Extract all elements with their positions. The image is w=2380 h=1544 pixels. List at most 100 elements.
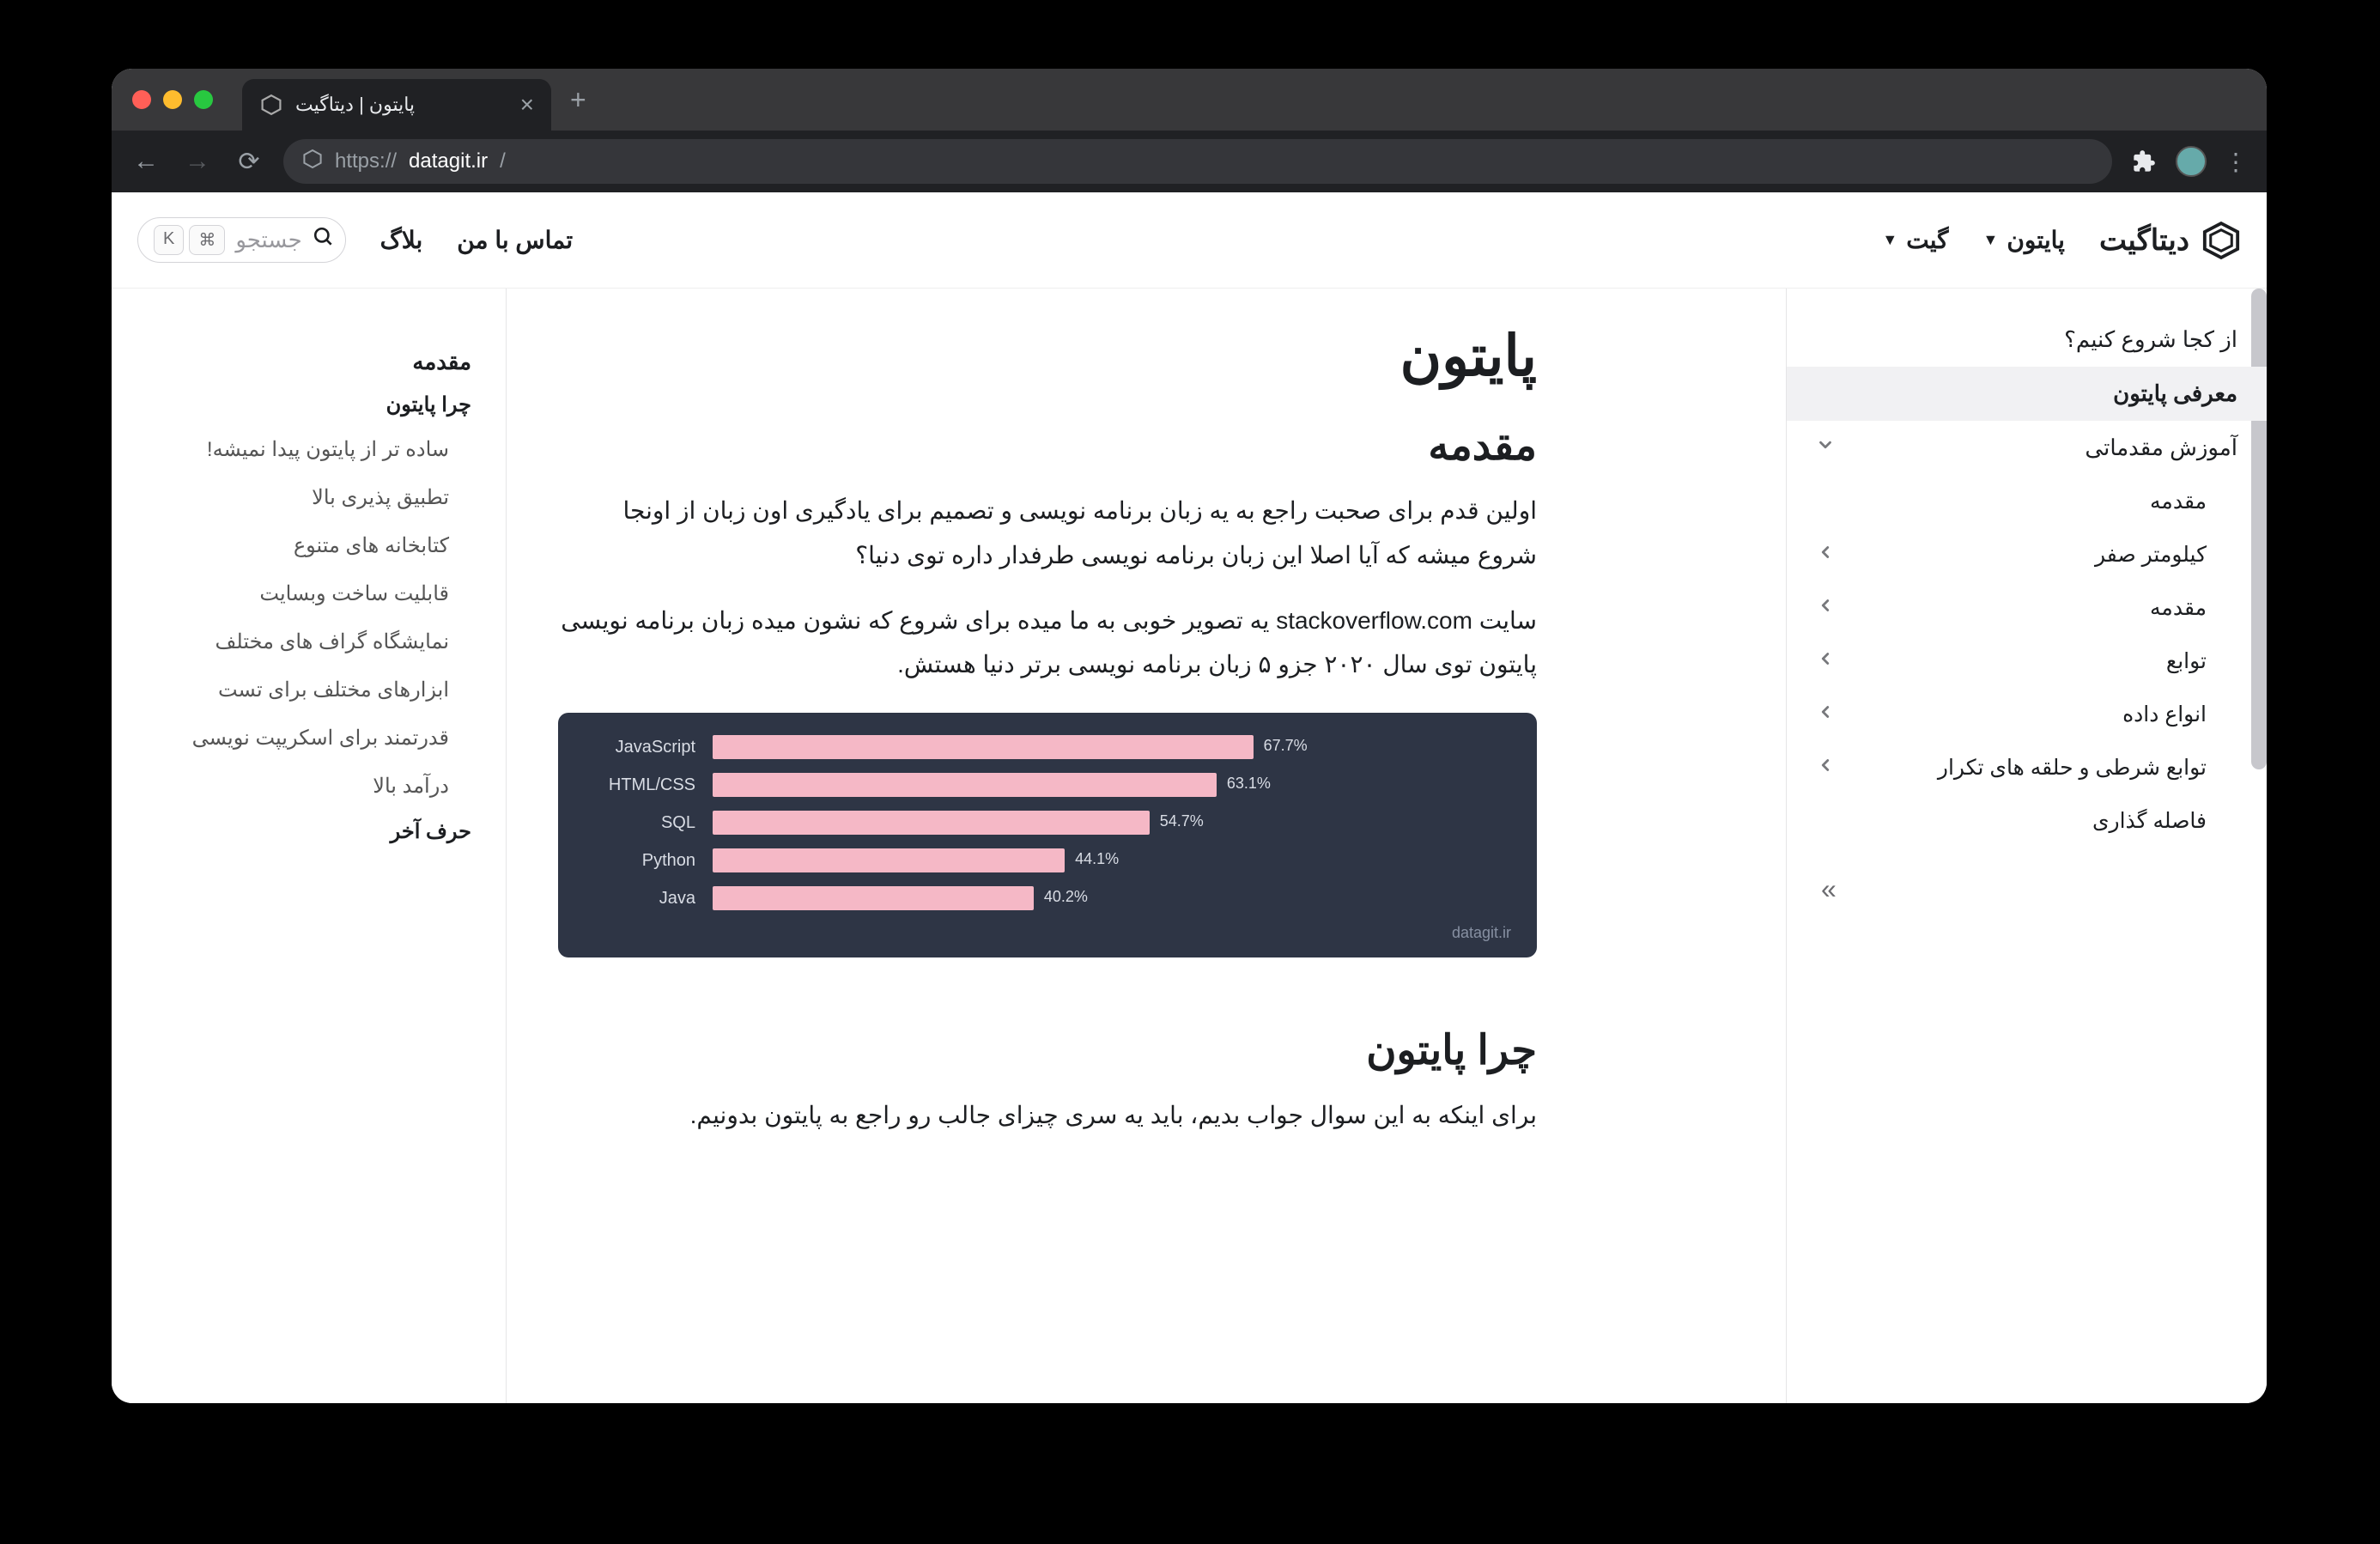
doc-sidebar: از کجا شروع کنیم؟ معرفی پایتون آموزش مقدما… xyxy=(1786,289,2267,1403)
chart-bar-track: 67.7% xyxy=(713,735,1511,759)
chart-value-label: 44.1% xyxy=(1075,850,1119,868)
sidebar-item-label: آموزش مقدماتی xyxy=(2085,435,2237,461)
chart-watermark: datagit.ir xyxy=(584,924,1511,942)
site-info-icon[interactable] xyxy=(302,149,323,174)
nav-python-label: پایتون xyxy=(2007,226,2065,254)
search-placeholder: جستجو xyxy=(235,227,301,253)
content-row: از کجا شروع کنیم؟ معرفی پایتون آموزش مقدما… xyxy=(112,289,2267,1403)
tab-close-button[interactable]: × xyxy=(520,91,534,119)
sidebar-item-2[interactable]: آموزش مقدماتی xyxy=(1787,421,2267,475)
chart-bar-track: 44.1% xyxy=(713,848,1511,872)
toc-item-7[interactable]: ابزارهای مختلف برای تست xyxy=(146,666,471,714)
nav-python[interactable]: پایتون ▼ xyxy=(1983,226,2065,254)
search-icon xyxy=(313,226,335,255)
nav-blog[interactable]: بلاگ xyxy=(380,226,423,254)
search-box[interactable]: جستجو ⌘ K xyxy=(137,217,346,263)
url-toolbar: ← → ⟳ https://datagit.ir/ ⋮ xyxy=(112,131,2267,192)
toc-item-8[interactable]: قدرتمند برای اسکریپت نویسی xyxy=(146,714,471,763)
url-scheme: https:// xyxy=(335,149,397,173)
chart-bar xyxy=(713,886,1034,910)
chart-row-0: JavaScript67.7% xyxy=(584,735,1511,759)
nav-contact[interactable]: تماس با من xyxy=(457,226,573,254)
site-header: دیتاگیت پایتون ▼ گیت ▼ تماس با من بلاگ xyxy=(112,192,2267,289)
sidebar-item-7[interactable]: انواع داده xyxy=(1787,688,2267,741)
intro-paragraph-1: اولین قدم برای صحبت راجع به یه زبان برنا… xyxy=(558,489,1537,578)
sidebar-item-5[interactable]: مقدمه xyxy=(1787,581,2267,635)
chevron-down-icon xyxy=(1816,435,1835,460)
toc-item-6[interactable]: نمایشگاه گراف های مختلف xyxy=(146,618,471,666)
sidebar-item-1[interactable]: معرفی پایتون xyxy=(1787,367,2267,421)
search-shortcut: ⌘ K xyxy=(154,225,225,255)
browser-menu-button[interactable]: ⋮ xyxy=(2224,148,2249,176)
toc-item-4[interactable]: کتابخانه های متنوع xyxy=(146,522,471,570)
address-bar[interactable]: https://datagit.ir/ xyxy=(283,139,2112,184)
sidebar-item-label: مقدمه xyxy=(2150,595,2207,621)
chart-value-label: 40.2% xyxy=(1044,888,1088,906)
new-tab-button[interactable]: + xyxy=(570,84,586,116)
sidebar-item-label: انواع داده xyxy=(2122,702,2207,727)
sidebar-collapse-button[interactable]: » xyxy=(1787,848,2267,931)
chart-value-label: 67.7% xyxy=(1264,737,1308,755)
window-controls xyxy=(132,90,213,109)
sidebar-item-label: کیلومتر صفر xyxy=(2095,542,2207,568)
page-viewport: دیتاگیت پایتون ▼ گیت ▼ تماس با من بلاگ xyxy=(112,192,2267,1403)
section-why-heading: چرا پایتون xyxy=(558,1026,1537,1074)
toc-item-2[interactable]: ساده تر از پایتون پیدا نمیشه! xyxy=(146,426,471,474)
chart-value-label: 54.7% xyxy=(1160,812,1204,830)
chart-value-label: 63.1% xyxy=(1227,775,1271,793)
extensions-icon[interactable] xyxy=(2129,147,2158,176)
brand-logo-icon xyxy=(2201,221,2241,260)
toc-item-10[interactable]: حرف آخر xyxy=(146,811,471,853)
nav-git[interactable]: گیت ▼ xyxy=(1882,226,1948,254)
sidebar-item-4[interactable]: کیلومتر صفر xyxy=(1787,528,2267,581)
toc-item-3[interactable]: تطبیق پذیری بالا xyxy=(146,474,471,522)
sidebar-item-label: توابع xyxy=(2166,648,2207,674)
intro-paragraph-2: سایت stackoverflow.com یه تصویر خوبی به … xyxy=(558,599,1537,688)
chart-bar xyxy=(713,848,1065,872)
chevron-left-icon xyxy=(1816,702,1835,727)
toc-item-1[interactable]: چرا پایتون xyxy=(146,384,471,426)
back-button[interactable]: ← xyxy=(129,147,163,176)
chart-series-label: Python xyxy=(584,851,695,871)
titlebar: پایتون | دیتاگیت × + xyxy=(112,69,2267,131)
table-of-contents: مقدمهچرا پایتونساده تر از پایتون پیدا نم… xyxy=(112,289,507,1403)
chart-bar-track: 63.1% xyxy=(713,773,1511,797)
browser-tab[interactable]: پایتون | دیتاگیت × xyxy=(242,79,551,131)
close-window-button[interactable] xyxy=(132,90,151,109)
chevron-left-icon xyxy=(1816,649,1835,674)
sidebar-item-9[interactable]: فاصله گذاری xyxy=(1787,794,2267,848)
url-domain: datagit.ir xyxy=(409,149,488,173)
nav-contact-label: تماس با من xyxy=(457,226,573,254)
nav-blog-label: بلاگ xyxy=(380,226,423,254)
toc-item-9[interactable]: درآمد بالا xyxy=(146,763,471,811)
tab-title: پایتون | دیتاگیت xyxy=(295,94,415,116)
chart-row-3: Python 44.1% xyxy=(584,848,1511,872)
chevron-left-icon xyxy=(1816,543,1835,568)
maximize-window-button[interactable] xyxy=(194,90,213,109)
profile-avatar[interactable] xyxy=(2176,146,2207,177)
toc-item-5[interactable]: قابلیت ساخت وبسایت xyxy=(146,570,471,618)
minimize-window-button[interactable] xyxy=(163,90,182,109)
brand[interactable]: دیتاگیت xyxy=(2099,221,2241,260)
sidebar-item-0[interactable]: از کجا شروع کنیم؟ xyxy=(1787,313,2267,367)
caret-down-icon: ▼ xyxy=(1983,231,1999,249)
sidebar-item-label: معرفی پایتون xyxy=(2113,380,2237,407)
sidebar-item-3[interactable]: مقدمه xyxy=(1787,475,2267,528)
kbd-k: K xyxy=(154,225,184,255)
reload-button[interactable]: ⟳ xyxy=(232,147,266,177)
chart-bar xyxy=(713,735,1254,759)
tab-favicon xyxy=(259,93,283,117)
chart-row-2: SQL54.7% xyxy=(584,811,1511,835)
sidebar-item-8[interactable]: توابع شرطی و حلقه های تکرار xyxy=(1787,741,2267,794)
chart-bar-track: 40.2% xyxy=(713,886,1511,910)
kbd-cmd: ⌘ xyxy=(189,225,225,255)
forward-button[interactable]: → xyxy=(180,147,215,176)
toc-item-0[interactable]: مقدمه xyxy=(146,340,471,384)
chart-row-1: HTML/CSS63.1% xyxy=(584,773,1511,797)
sidebar-item-label: مقدمه xyxy=(2150,489,2207,514)
chart-bar xyxy=(713,811,1150,835)
section-intro-heading: مقدمه xyxy=(558,422,1537,470)
chart-bar xyxy=(713,773,1217,797)
nav-git-label: گیت xyxy=(1906,226,1948,254)
sidebar-item-6[interactable]: توابع xyxy=(1787,635,2267,688)
